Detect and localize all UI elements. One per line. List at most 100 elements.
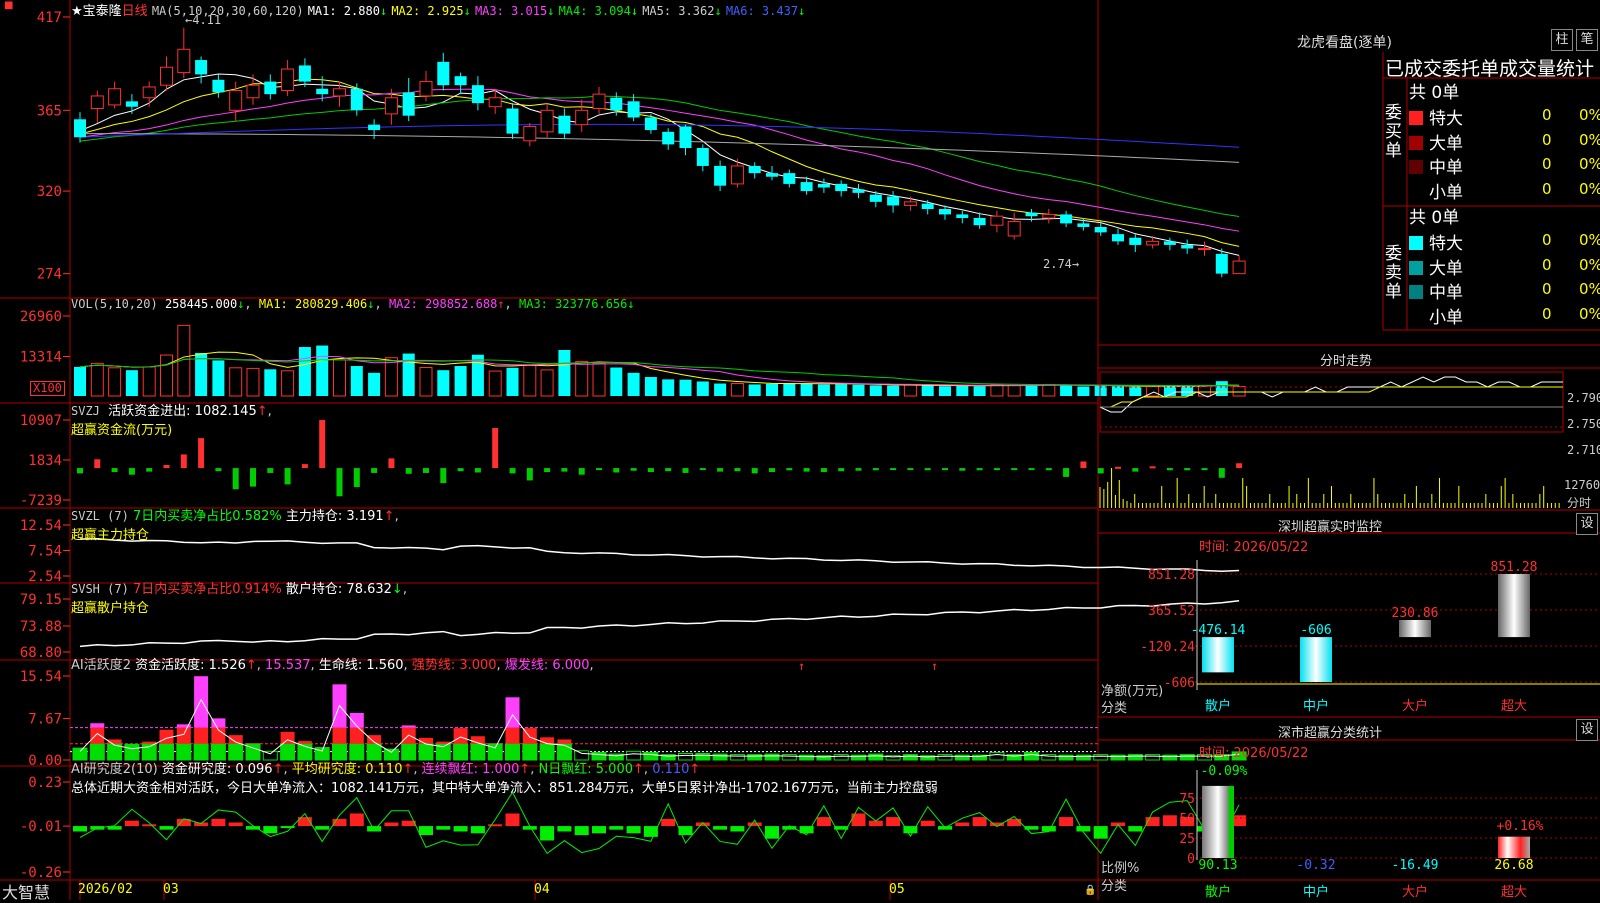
research-bar	[920, 820, 935, 827]
research-bar	[540, 826, 555, 841]
star-icon[interactable]: ★	[71, 4, 83, 19]
candle-body-up	[333, 88, 346, 97]
svsh-tick-label: 73.88	[20, 619, 62, 635]
candle-body-down	[1077, 223, 1090, 227]
sz-class-time: 时间: 2026/05/22	[1199, 746, 1309, 761]
candle-body-down	[506, 108, 519, 134]
sz-monitor-category: 大户	[1402, 698, 1428, 714]
sz-monitor-settings-button[interactable]: 设	[1576, 513, 1598, 535]
buy-side-label: 委买单	[1385, 103, 1402, 161]
candle-body-down	[939, 209, 951, 215]
ma5-value: MA5: 3.362↓	[642, 4, 722, 18]
volume-bar	[384, 357, 398, 397]
candle-body-down	[852, 189, 865, 193]
sz-class-category: 中户	[1303, 884, 1329, 900]
svzj-bar	[820, 468, 827, 473]
ai-activity-line	[79, 698, 1240, 758]
sell-row-label: 大单	[1429, 258, 1463, 279]
svzj-bar	[1184, 468, 1191, 471]
sell-row-label: 中单	[1429, 283, 1463, 303]
candle-body-up	[419, 81, 433, 97]
volume-bar	[852, 384, 865, 396]
candle-body-down	[783, 173, 796, 184]
candle-body-up	[575, 109, 589, 126]
sz-class-tick: 50	[1179, 812, 1195, 827]
buy-color-swatch	[1409, 135, 1423, 150]
svzj-bar	[578, 468, 585, 475]
research-bar	[1076, 826, 1091, 832]
ai-bar-base	[747, 754, 763, 761]
buy-row-pct: 0%	[1579, 179, 1600, 198]
svzj-bar	[440, 468, 447, 484]
svzj-bar	[284, 468, 291, 485]
lock-icon[interactable]: 🔒	[1084, 885, 1096, 896]
volume-bar	[1077, 386, 1090, 396]
svzj-bar	[423, 468, 429, 473]
candle-body-up	[1198, 248, 1211, 251]
svzj-bar	[993, 468, 1000, 471]
sell-row-0: 特大 0 0%	[1409, 229, 1600, 254]
stock-name[interactable]: 宝泰隆	[83, 4, 122, 19]
candle-body-down	[800, 182, 813, 192]
intraday-tick-2: 2.750	[1567, 417, 1600, 431]
svzj-bar	[630, 468, 637, 471]
volume-bar	[644, 377, 657, 396]
volume-bar	[90, 362, 104, 397]
candle-body-up	[177, 48, 191, 74]
period-label[interactable]: 日线	[122, 4, 148, 19]
research-bar	[972, 817, 987, 827]
svzj-bar	[924, 468, 931, 471]
volume-bar	[298, 347, 311, 396]
candle-body-up	[523, 125, 537, 142]
ai-bar-base	[1110, 754, 1126, 761]
sz-class-settings-button[interactable]: 设	[1576, 719, 1598, 741]
candle-body-down	[74, 119, 86, 138]
sell-row-count: 0	[1542, 231, 1552, 249]
vol-unit-button[interactable]: X100	[30, 381, 65, 396]
dragon-tiger-header: 已成交委托单成交量统计	[1385, 58, 1595, 80]
ai-bar-burst	[90, 723, 105, 728]
svzj-bar	[163, 464, 170, 469]
volume-bar	[1112, 386, 1124, 396]
app-logo: 大智慧	[2, 883, 51, 902]
candle-body-up	[90, 95, 104, 110]
svzj-bar	[198, 438, 205, 469]
svzj-bar	[751, 468, 758, 474]
svzj-bar	[353, 468, 360, 488]
bar-mode-button[interactable]: 柱	[1551, 29, 1573, 51]
svzj-bar	[838, 468, 845, 472]
volume-bar	[1042, 383, 1056, 397]
sz-class-tick: 25	[1179, 832, 1195, 847]
sell-row-count: 0	[1542, 255, 1552, 274]
sz-monitor-tick: 851.28	[1148, 568, 1195, 583]
research-bar	[228, 822, 243, 827]
sell-row-3: 小单 0 0%	[1409, 303, 1600, 328]
ai-bar-burst	[401, 725, 416, 728]
volume-bar	[558, 350, 571, 396]
volume-bar	[74, 366, 86, 396]
ma4-value: MA4: 3.094↓	[558, 4, 639, 18]
svzj-bar	[855, 468, 862, 471]
ai-bar-strong	[419, 737, 433, 744]
sz-monitor-value-label: 851.28	[1491, 560, 1538, 575]
ai-header: AI活跃度2 资金活跃度: 1.526↑, 15.537, 生命线: 1.560…	[71, 658, 594, 673]
volume-bar	[1060, 385, 1073, 396]
svzj-bar	[803, 468, 810, 472]
volume-bar	[246, 367, 260, 397]
candle-body-down	[125, 101, 138, 107]
research-bar	[453, 826, 468, 832]
ma3-line	[79, 88, 1240, 232]
svzj-bar	[647, 468, 654, 473]
sz-monitor-title: 深圳超赢实时监控	[1278, 520, 1383, 535]
volume-bar	[350, 366, 363, 396]
sz-class-title: 深市超赢分类统计	[1278, 726, 1383, 741]
volume-bar	[160, 354, 173, 397]
sz-class-ylabel: 比例%	[1101, 861, 1140, 876]
sz-monitor-time: 时间: 2026/05/22	[1199, 540, 1309, 555]
candle-body-down	[454, 76, 467, 86]
candle-body-down	[195, 60, 208, 75]
sz-monitor-tick: -606	[1164, 676, 1195, 691]
tick-mode-button[interactable]: 笔	[1576, 29, 1598, 51]
sz-monitor-bar	[1202, 637, 1234, 673]
research-bar	[1007, 818, 1022, 827]
